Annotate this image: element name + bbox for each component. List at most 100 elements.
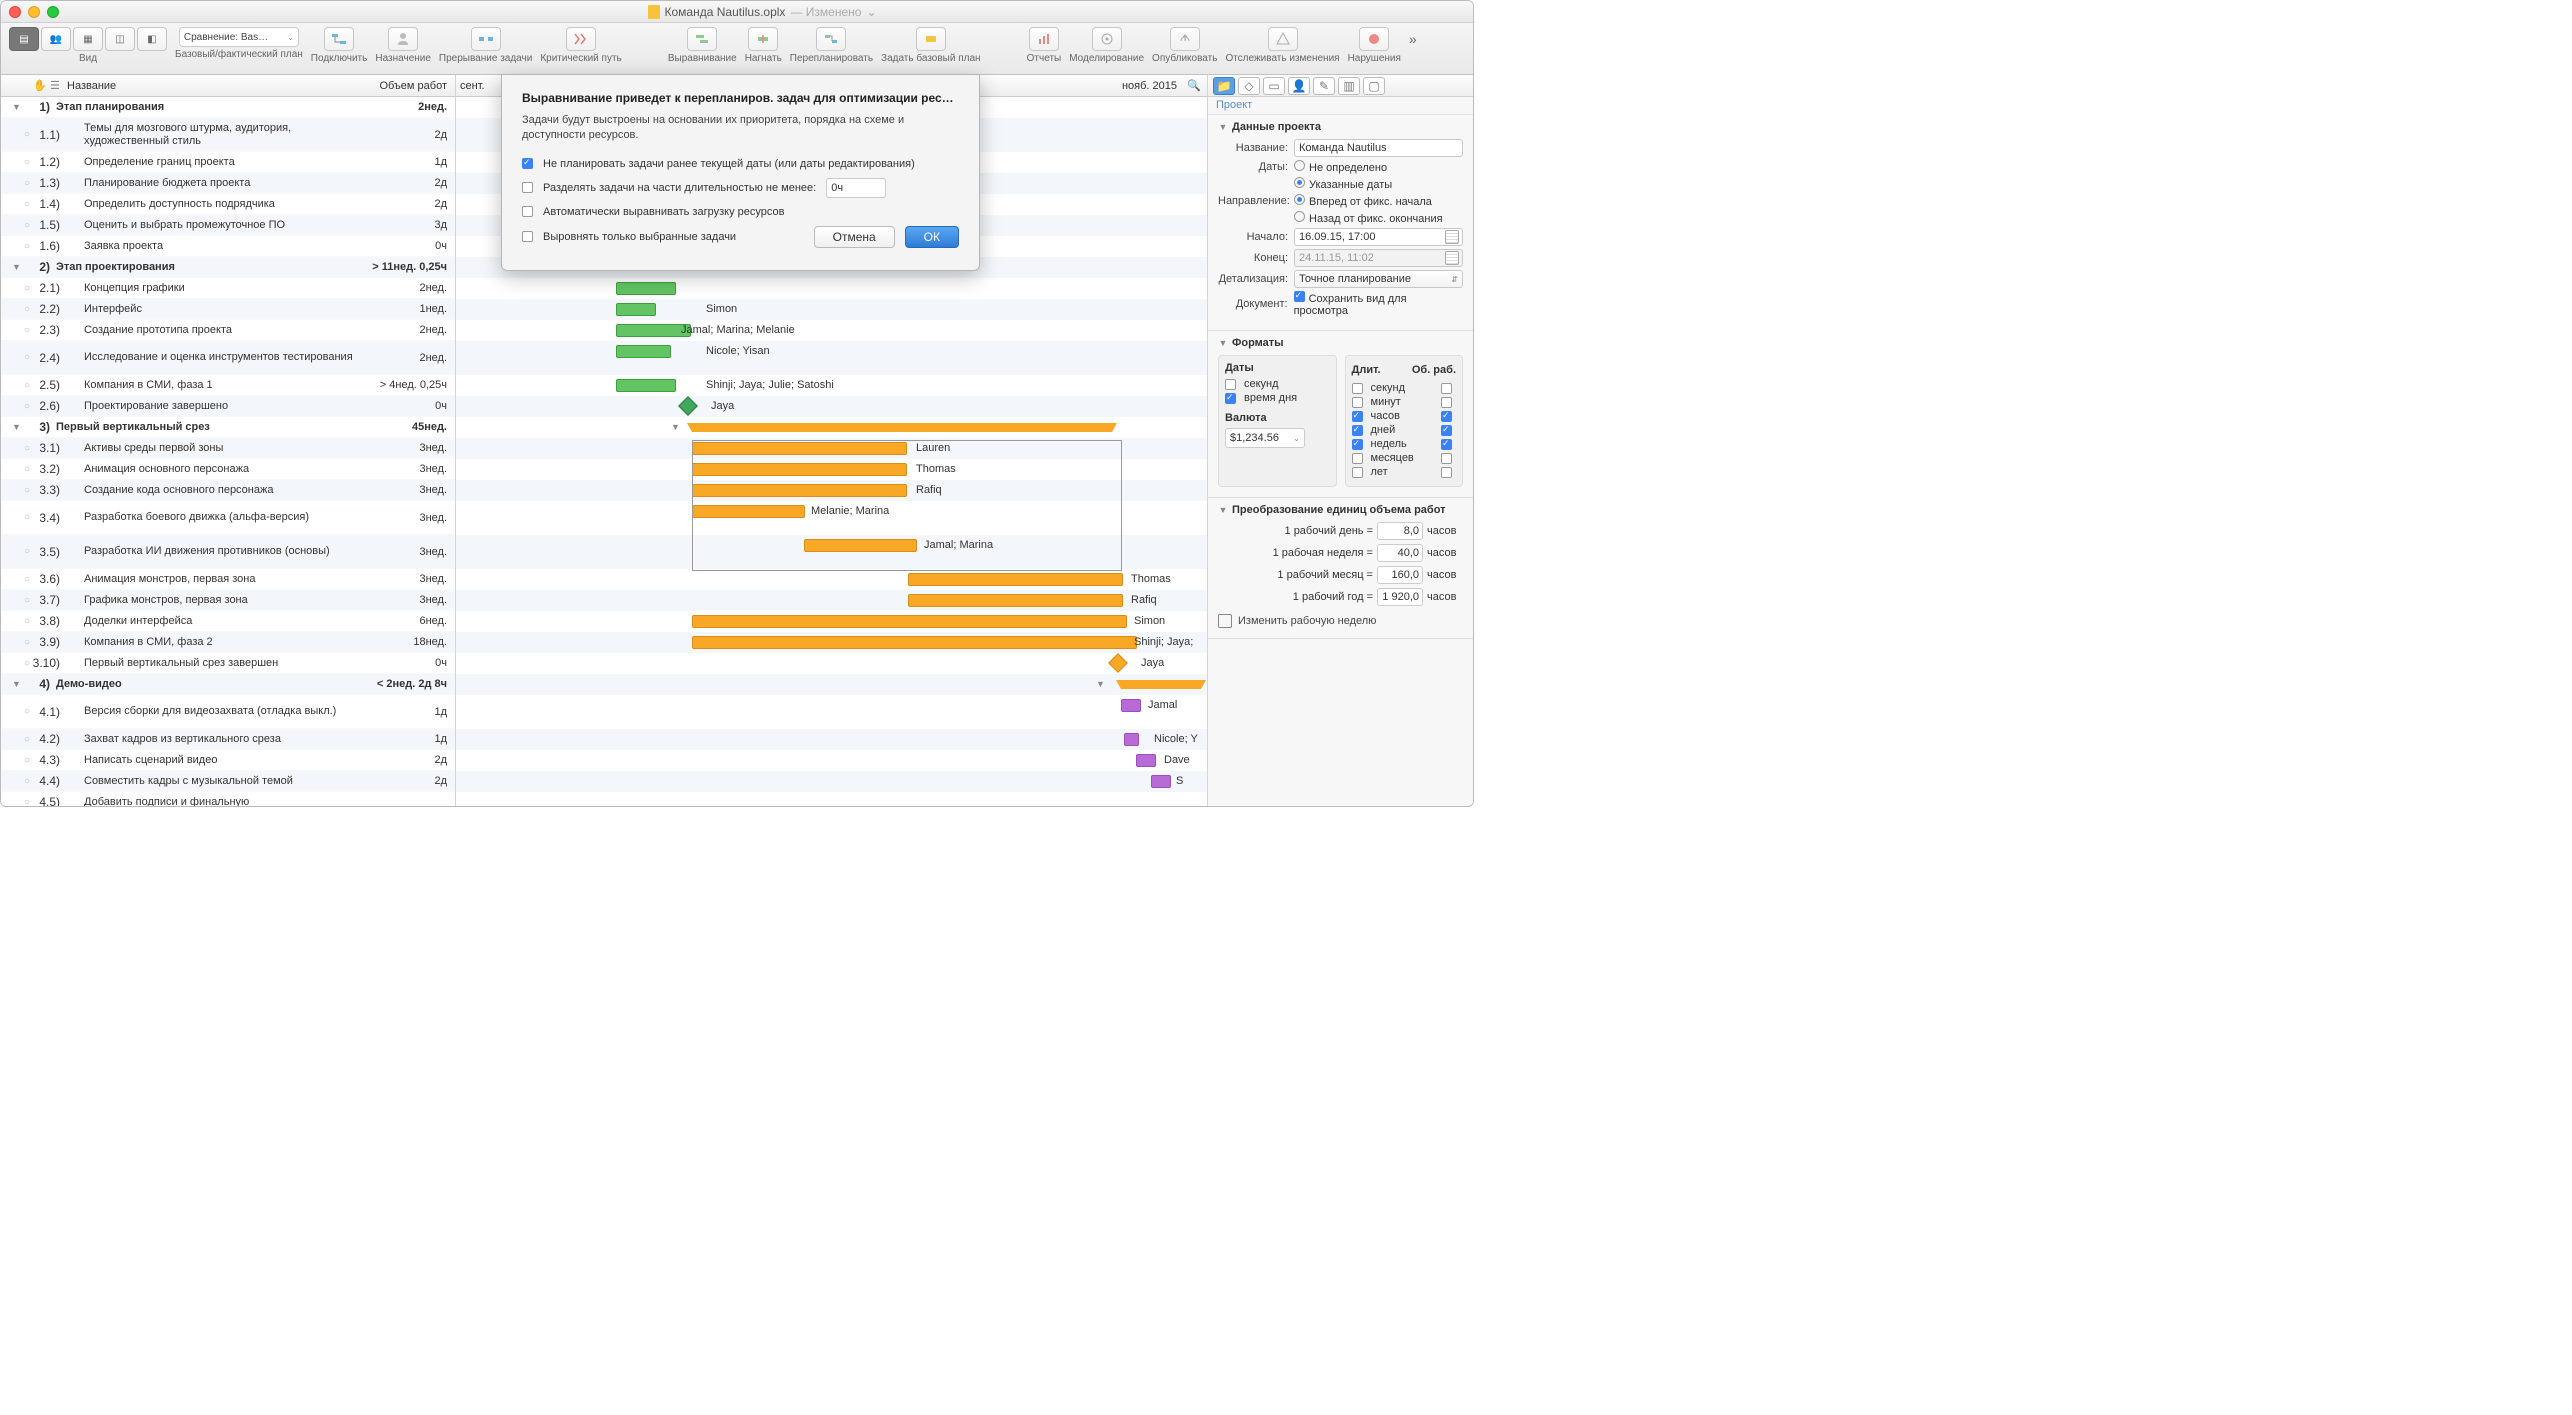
outline-row[interactable]: ○4.4)Совместить кадры с музыкальной темо… xyxy=(1,771,455,792)
eff-yr-chk[interactable] xyxy=(1441,467,1452,478)
gantt-bar[interactable] xyxy=(908,594,1123,607)
inspector-tab-custom[interactable]: ▢ xyxy=(1363,77,1385,95)
dur-min-chk[interactable] xyxy=(1352,397,1363,408)
outline-row[interactable]: ○2.1)Концепция графики2нед. xyxy=(1,278,455,299)
outline-row[interactable]: ○1.6)Заявка проекта0ч xyxy=(1,236,455,257)
gantt-bar[interactable] xyxy=(908,573,1123,586)
project-name-input[interactable]: Команда Nautilus xyxy=(1294,139,1463,157)
publish-button[interactable] xyxy=(1170,27,1200,51)
outline-row[interactable]: ○3.2)Анимация основного персонажа3нед. xyxy=(1,459,455,480)
gantt-bar[interactable] xyxy=(616,345,671,358)
outline-row[interactable]: ○1.2)Определение границ проекта1д xyxy=(1,152,455,173)
column-name[interactable]: Название xyxy=(67,80,373,92)
save-view-checkbox[interactable] xyxy=(1294,291,1305,302)
disclosure-triangle[interactable]: ▼ xyxy=(11,679,22,689)
gantt-bar[interactable] xyxy=(616,324,691,337)
connect-button[interactable] xyxy=(324,27,354,51)
reports-button[interactable] xyxy=(1029,27,1059,51)
conv-month-input[interactable]: 160,0 xyxy=(1377,566,1423,584)
inspector-tab-milestone[interactable]: ◇ xyxy=(1238,77,1260,95)
minimize-window-button[interactable] xyxy=(28,6,40,18)
gantt-view-button[interactable]: ▤ xyxy=(9,27,39,51)
outline-row[interactable]: ○2.2)Интерфейс1нед. xyxy=(1,299,455,320)
disclosure-triangle[interactable]: ▼ xyxy=(11,102,22,112)
zoom-window-button[interactable] xyxy=(47,6,59,18)
seconds-checkbox[interactable] xyxy=(1225,379,1236,390)
conv-day-input[interactable]: 8,0 xyxy=(1377,522,1423,540)
currency-select[interactable]: $1,234.56⌄ xyxy=(1225,428,1305,448)
toolbar-overflow-button[interactable]: » xyxy=(1409,27,1425,51)
outline-row[interactable]: ▼1)Этап планирования2нед. xyxy=(1,97,455,118)
critical-button[interactable] xyxy=(566,27,596,51)
detail-select[interactable]: Точное планирование⇵ xyxy=(1294,270,1463,288)
outline-row[interactable]: ○3.8)Доделки интерфейса6нед. xyxy=(1,611,455,632)
outline-row[interactable]: ○4.3)Написать сценарий видео2д xyxy=(1,750,455,771)
column-effort[interactable]: Объем работ xyxy=(373,80,455,92)
disclosure-icon[interactable]: ▼ xyxy=(1218,505,1228,515)
outline-row[interactable]: ○1.5)Оценить и выбрать промежуточное ПО3… xyxy=(1,215,455,236)
outline-row[interactable]: ○3.5)Разработка ИИ движения противников … xyxy=(1,535,455,569)
disclosure-icon[interactable]: ▼ xyxy=(1218,122,1228,132)
outline-row[interactable]: ▼4)Демо-видео< 2нед. 2д 8ч xyxy=(1,674,455,695)
outline-row[interactable]: ○2.6)Проектирование завершено0ч xyxy=(1,396,455,417)
outline-row[interactable]: ○2.3)Создание прототипа проекта2нед. xyxy=(1,320,455,341)
opt-selected-checkbox[interactable] xyxy=(522,231,533,242)
gantt-bar[interactable] xyxy=(1136,754,1156,767)
start-date-input[interactable]: 16.09.15, 17:00 xyxy=(1294,228,1463,246)
inspector-tab-task[interactable]: ▭ xyxy=(1263,77,1285,95)
outline-row[interactable]: ○1.4)Определить доступность подрядчика2д xyxy=(1,194,455,215)
hand-icon[interactable]: ✋ xyxy=(33,79,46,92)
inspector-tab-styles[interactable]: ✎ xyxy=(1313,77,1335,95)
dur-yr-chk[interactable] xyxy=(1352,467,1363,478)
outline-row[interactable]: ○2.4)Исследование и оценка инструментов … xyxy=(1,341,455,375)
assign-button[interactable] xyxy=(388,27,418,51)
outline-row[interactable]: ○4.5)Добавить подписи и финальную xyxy=(1,792,455,807)
outline-row[interactable]: ○3.3)Создание кода основного персонажа3н… xyxy=(1,480,455,501)
catchup-button[interactable] xyxy=(748,27,778,51)
simulate-button[interactable] xyxy=(1092,27,1122,51)
dur-wk-chk[interactable] xyxy=(1352,439,1363,450)
dur-sec-chk[interactable] xyxy=(1352,383,1363,394)
dur-day-chk[interactable] xyxy=(1352,425,1363,436)
opt-noearlier-checkbox[interactable] xyxy=(522,158,533,169)
outline-row[interactable]: ○3.1)Активы среды первой зоны3нед. xyxy=(1,438,455,459)
outline-row[interactable]: ○1.1)Темы для мозгового штурма, аудитори… xyxy=(1,118,455,152)
change-workweek-button[interactable]: Изменить рабочую неделю xyxy=(1218,614,1463,628)
ok-button[interactable]: ОК xyxy=(905,226,959,248)
eff-wk-chk[interactable] xyxy=(1441,439,1452,450)
network-view-button[interactable]: ◫ xyxy=(105,27,135,51)
gantt-bar[interactable] xyxy=(616,303,656,316)
reschedule-button[interactable] xyxy=(816,27,846,51)
outline-row[interactable]: ▼3)Первый вертикальный срез45нед. xyxy=(1,417,455,438)
eff-day-chk[interactable] xyxy=(1441,425,1452,436)
outline-row[interactable]: ○4.1)Версия сборки для видеозахвата (отл… xyxy=(1,695,455,729)
gantt-bar[interactable] xyxy=(1121,699,1141,712)
dur-mo-chk[interactable] xyxy=(1352,453,1363,464)
style-view-button[interactable]: ◧ xyxy=(137,27,167,51)
outline-row[interactable]: ○3.10)Первый вертикальный срез завершен0… xyxy=(1,653,455,674)
dur-hr-chk[interactable] xyxy=(1352,411,1363,422)
inspector-tab-project[interactable]: 📁 xyxy=(1213,77,1235,95)
outline-row[interactable]: ○3.6)Анимация монстров, первая зона3нед. xyxy=(1,569,455,590)
violations-button[interactable] xyxy=(1359,27,1389,51)
eff-sec-chk[interactable] xyxy=(1441,383,1452,394)
gantt-bar[interactable] xyxy=(1151,775,1171,788)
gantt-bar[interactable] xyxy=(1124,733,1139,746)
dates-specified-radio[interactable] xyxy=(1294,177,1305,188)
disclosure-icon[interactable]: ▼ xyxy=(1218,338,1228,348)
cancel-button[interactable]: Отмена xyxy=(814,226,895,248)
outline-row[interactable]: ○3.4)Разработка боевого движка (альфа-ве… xyxy=(1,501,455,535)
resource-view-button[interactable]: 👥 xyxy=(41,27,71,51)
list-icon[interactable]: ☰ xyxy=(50,79,63,92)
outline-row[interactable]: ○1.3)Планирование бюджета проекта2д xyxy=(1,173,455,194)
inspector-tab-resource[interactable]: 👤 xyxy=(1288,77,1310,95)
gantt-bar[interactable] xyxy=(616,282,676,295)
dates-undetermined-radio[interactable] xyxy=(1294,160,1305,171)
outline-row[interactable]: ○4.2)Захват кадров из вертикального срез… xyxy=(1,729,455,750)
opt-auto-checkbox[interactable] xyxy=(522,206,533,217)
interrupt-button[interactable] xyxy=(471,27,501,51)
disclosure-triangle[interactable]: ▼ xyxy=(11,422,22,432)
close-window-button[interactable] xyxy=(9,6,21,18)
opt-split-input[interactable]: 0ч xyxy=(826,178,886,198)
outline-row[interactable]: ▼2)Этап проектирования> 11нед. 0,25ч xyxy=(1,257,455,278)
